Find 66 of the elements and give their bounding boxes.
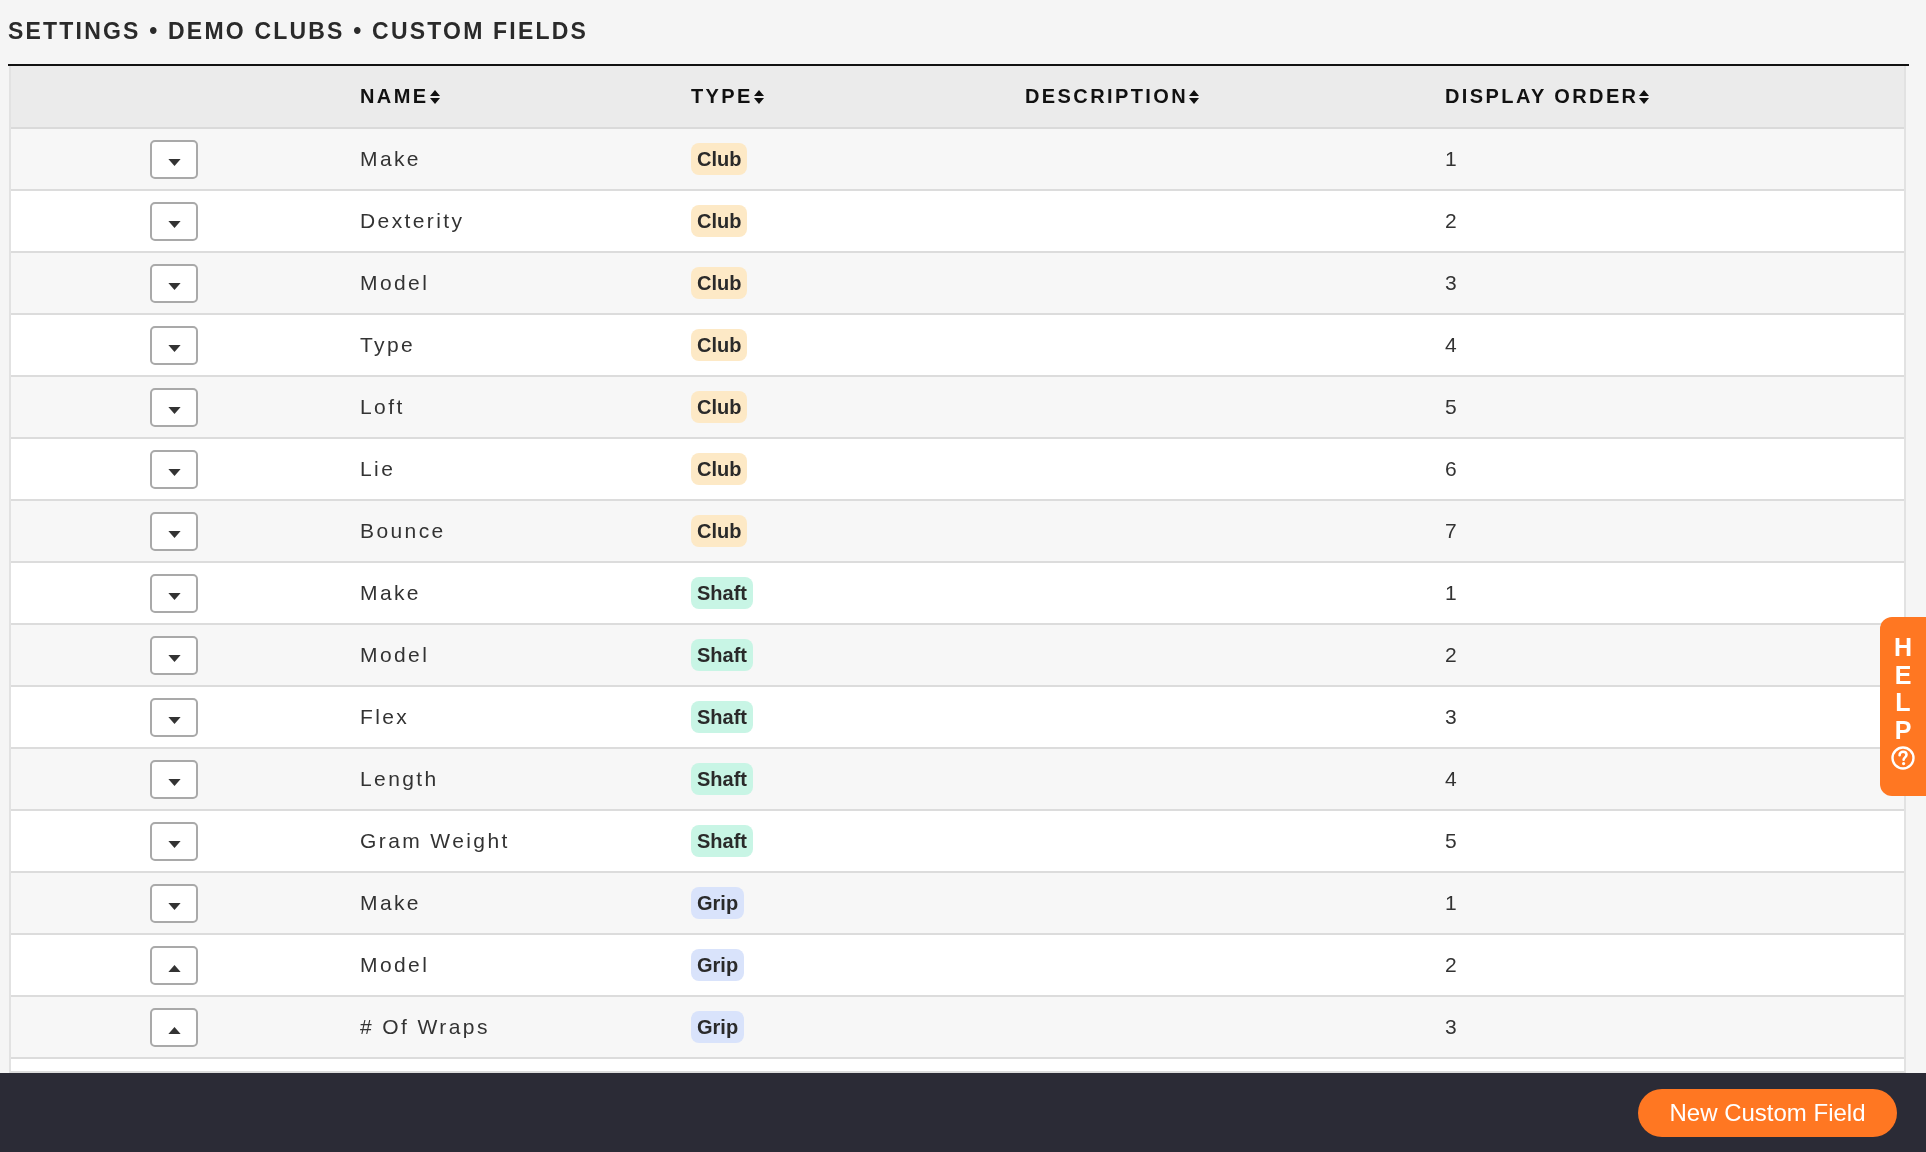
dropdown-button[interactable] (150, 511, 198, 551)
table-cell: 6 (1445, 457, 1460, 481)
type-tag: Grip (691, 887, 745, 919)
type-tag: Shaft (691, 701, 753, 733)
dropdown-button[interactable] (150, 449, 198, 489)
table-cell: Loft (360, 395, 405, 419)
table-cell: Make (360, 891, 421, 915)
table-cell: Lie (360, 457, 396, 481)
table-cell: 1 (1445, 581, 1460, 605)
dropdown-button[interactable] (150, 759, 198, 799)
dropdown-button[interactable] (150, 139, 198, 179)
type-tag: Shaft (691, 639, 753, 671)
type-tag: Club (691, 329, 748, 361)
dropdown-button[interactable] (150, 387, 198, 427)
type-tag: Grip (691, 1011, 745, 1043)
table-cell: Bounce (360, 519, 446, 543)
table-cell: 4 (1445, 333, 1460, 357)
column-header[interactable]: DESCRIPTION (1025, 85, 1200, 108)
type-tag: Club (691, 453, 748, 485)
dropdown-button[interactable] (150, 883, 198, 923)
type-tag: Shaft (691, 577, 753, 609)
dropdown-button[interactable] (150, 201, 198, 241)
column-header[interactable]: DISPLAY ORDER (1445, 85, 1650, 108)
table-cell: 2 (1445, 953, 1460, 977)
type-tag: Shaft (691, 825, 753, 857)
table-cell: Length (360, 767, 439, 791)
table-cell: Make (360, 147, 421, 171)
table-cell: 5 (1445, 395, 1460, 419)
table-cell: 1 (1445, 891, 1460, 915)
table-cell: 2 (1445, 643, 1460, 667)
table-cell: Model (360, 643, 430, 667)
dropdown-button[interactable] (150, 325, 198, 365)
type-tag: Club (691, 205, 748, 237)
table-cell: 2 (1445, 209, 1460, 233)
table-cell: Model (360, 953, 430, 977)
question-icon (1891, 746, 1915, 770)
dropdown-button[interactable] (150, 635, 198, 675)
table-cell: 3 (1445, 1015, 1460, 1039)
table-cell: 4 (1445, 767, 1460, 791)
table-cell: 7 (1445, 519, 1460, 543)
table-cell: Type (360, 333, 416, 357)
table-cell: Dexterity (360, 209, 465, 233)
dropdown-button[interactable] (150, 821, 198, 861)
dropdown-button[interactable] (150, 263, 198, 303)
column-header[interactable]: TYPE (691, 85, 764, 108)
type-tag: Club (691, 515, 748, 547)
type-tag: Shaft (691, 763, 753, 795)
breadcrumb: SETTINGS • DEMO CLUBS • CUSTOM FIELDS (8, 17, 590, 44)
table-cell: Gram Weight (360, 829, 510, 853)
table-cell: Model (360, 271, 430, 295)
type-tag: Grip (691, 949, 745, 981)
table-cell: 5 (1445, 829, 1460, 853)
dropdown-button[interactable] (150, 697, 198, 737)
dropdown-button[interactable] (150, 945, 198, 985)
type-tag: Club (691, 391, 748, 423)
dropdown-button[interactable] (150, 1007, 198, 1047)
table-cell: Flex (360, 705, 410, 729)
column-header[interactable]: NAME (360, 85, 440, 108)
table-cell: 3 (1445, 271, 1460, 295)
type-tag: Club (691, 267, 748, 299)
dropdown-button[interactable] (150, 573, 198, 613)
table-cell: 3 (1445, 705, 1460, 729)
table-cell: 1 (1445, 147, 1460, 171)
table-cell: # Of Wraps (360, 1015, 490, 1039)
type-tag: Club (691, 143, 748, 175)
table-cell: Make (360, 581, 421, 605)
